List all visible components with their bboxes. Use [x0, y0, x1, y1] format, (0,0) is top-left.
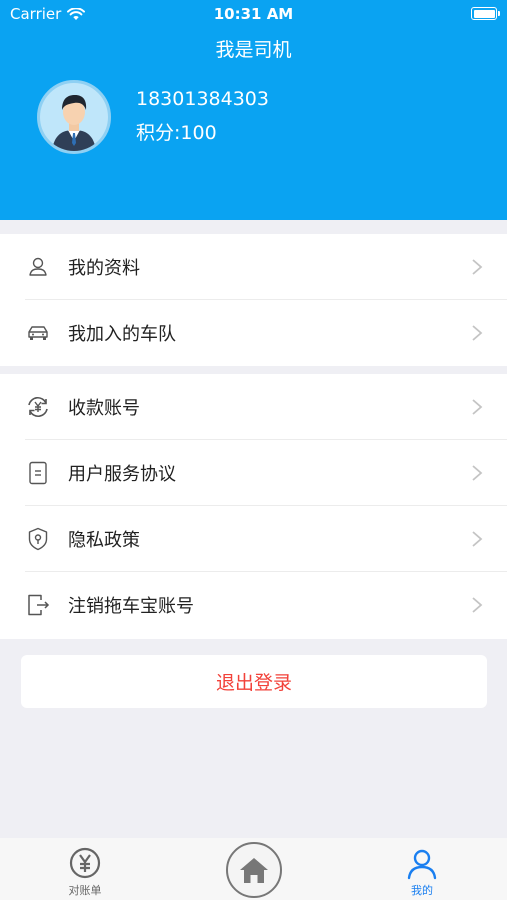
menu-item-user-agreement[interactable]: 用户服务协议: [0, 440, 507, 506]
chevron-right-icon: [472, 259, 483, 275]
menu-item-delete-account[interactable]: 注销拖车宝账号: [0, 572, 507, 638]
tab-label: 对账单: [68, 884, 102, 897]
tab-label: 我的: [411, 884, 433, 897]
menu-item-label: 注销拖车宝账号: [68, 596, 194, 617]
menu-item-my-fleet[interactable]: 我加入的车队: [0, 300, 507, 366]
status-time: 10:31 AM: [213, 5, 294, 23]
yuan-circle-icon: [69, 847, 101, 879]
person-icon: [407, 849, 437, 880]
menu-item-my-profile[interactable]: 我的资料: [0, 234, 507, 300]
menu-item-label: 隐私政策: [68, 530, 140, 551]
home-icon: [240, 858, 268, 883]
profile-header: Carrier 10:31 AM 我是司机 18301384303 积分:100: [0, 0, 507, 220]
logout-button[interactable]: 退出登录: [21, 655, 487, 708]
menu-item-privacy-policy[interactable]: 隐私政策: [0, 506, 507, 572]
page-title: 我是司机: [215, 39, 292, 61]
user-phone: 18301384303: [136, 88, 269, 110]
menu-group-settings: 收款账号 用户服务协议 隐私政策 注销拖车宝账号: [0, 374, 507, 639]
chevron-right-icon: [472, 465, 483, 481]
document-icon: [29, 461, 47, 485]
shield-icon: [28, 527, 48, 551]
user-points: 积分:100: [136, 122, 217, 144]
status-bar: Carrier 10:31 AM: [0, 0, 507, 28]
exit-icon: [28, 594, 50, 616]
tab-statement[interactable]: 对账单: [25, 838, 145, 900]
driver-avatar-icon: [40, 83, 108, 151]
yuan-exchange-icon: [28, 397, 48, 417]
tab-mine[interactable]: 我的: [362, 838, 482, 900]
chevron-right-icon: [472, 531, 483, 547]
menu-item-label: 用户服务协议: [68, 464, 176, 485]
user-icon: [29, 257, 47, 276]
chevron-right-icon: [472, 597, 483, 613]
chevron-right-icon: [472, 399, 483, 415]
avatar[interactable]: [37, 80, 111, 154]
menu-item-label: 我加入的车队: [68, 324, 176, 345]
menu-item-label: 收款账号: [68, 398, 140, 419]
chevron-right-icon: [472, 325, 483, 341]
car-icon: [28, 326, 48, 340]
battery-icon: [471, 7, 500, 20]
menu-group-profile: 我的资料 我加入的车队: [0, 234, 507, 366]
menu-item-payment-account[interactable]: 收款账号: [0, 374, 507, 440]
tab-home-button[interactable]: [226, 842, 282, 898]
menu-item-label: 我的资料: [68, 258, 140, 279]
